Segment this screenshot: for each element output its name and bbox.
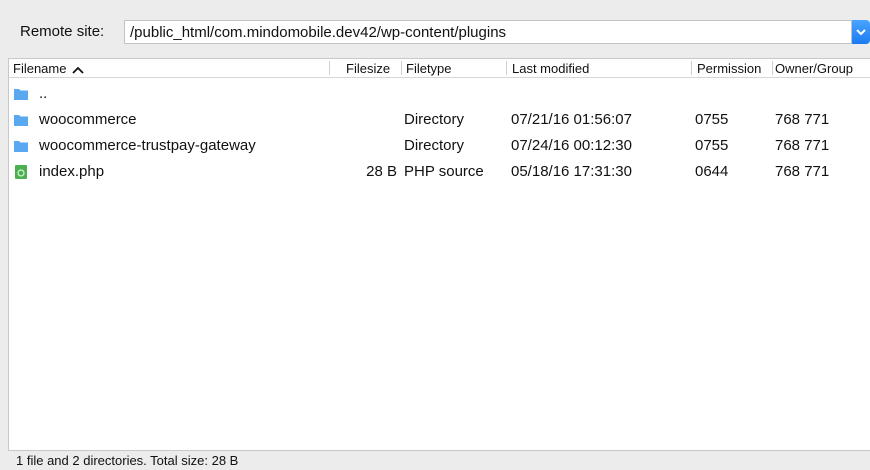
file-type: Directory	[404, 137, 465, 154]
file-modified: 05/18/16 17:31:30	[511, 163, 632, 180]
file-type: Directory	[404, 111, 465, 128]
file-row[interactable]: woocommerce Directory 07/21/16 01:56:07 …	[9, 107, 870, 133]
column-header-owner-group[interactable]: Owner/Group	[775, 61, 853, 76]
sort-ascending-icon	[72, 66, 85, 74]
file-name: index.php	[39, 163, 105, 180]
remote-site-label: Remote site:	[20, 23, 105, 40]
file-row[interactable]: woocommerce-trustpay-gateway Directory 0…	[9, 133, 870, 159]
file-list-header: Filename Filesize Filetype Last modified…	[9, 59, 870, 78]
file-permissions: 0755	[695, 111, 729, 128]
file-name: woocommerce-trustpay-gateway	[39, 137, 256, 154]
column-divider[interactable]	[772, 61, 773, 75]
chevron-down-icon	[856, 29, 866, 36]
file-row[interactable]: index.php 28 B PHP source 05/18/16 17:31…	[9, 159, 870, 185]
column-header-last-modified[interactable]: Last modified	[512, 61, 589, 76]
column-divider[interactable]	[691, 61, 692, 75]
file-name: woocommerce	[39, 111, 137, 128]
column-filename-label: Filename	[13, 61, 67, 76]
remote-path-text: /public_html/com.mindomobile.dev42/wp-co…	[130, 24, 507, 41]
status-bar: 1 file and 2 directories. Total size: 28…	[8, 450, 870, 470]
file-name: ..	[39, 85, 48, 102]
remote-file-list[interactable]: Filename Filesize Filetype Last modified…	[8, 58, 870, 451]
column-divider[interactable]	[329, 61, 330, 75]
column-divider[interactable]	[401, 61, 402, 75]
file-owner-group: 768 771	[775, 163, 830, 180]
column-header-filetype[interactable]: Filetype	[406, 61, 452, 76]
file-permissions: 0644	[695, 163, 729, 180]
remote-site-bar: Remote site: /public_html/com.mindomobil…	[0, 0, 870, 44]
column-header-permissions[interactable]: Permission	[697, 61, 761, 76]
file-owner-group: 768 771	[775, 111, 830, 128]
file-owner-group: 768 771	[775, 137, 830, 154]
status-text: 1 file and 2 directories. Total size: 28…	[16, 453, 239, 468]
column-divider[interactable]	[506, 61, 507, 75]
file-type: PHP source	[404, 163, 484, 180]
php-file-icon	[15, 165, 27, 179]
remote-path-input[interactable]: /public_html/com.mindomobile.dev42/wp-co…	[124, 20, 852, 44]
folder-icon	[14, 115, 28, 126]
file-permissions: 0755	[695, 137, 729, 154]
column-header-filesize[interactable]: Filesize	[346, 61, 390, 76]
file-modified: 07/21/16 01:56:07	[511, 111, 632, 128]
column-header-filename[interactable]: Filename	[13, 61, 85, 76]
folder-icon	[14, 141, 28, 152]
path-history-dropdown[interactable]	[852, 20, 870, 44]
file-row[interactable]: ..	[9, 81, 870, 107]
folder-icon	[14, 89, 28, 100]
file-modified: 07/24/16 00:12:30	[511, 137, 632, 154]
file-size: 28 B	[366, 163, 397, 180]
